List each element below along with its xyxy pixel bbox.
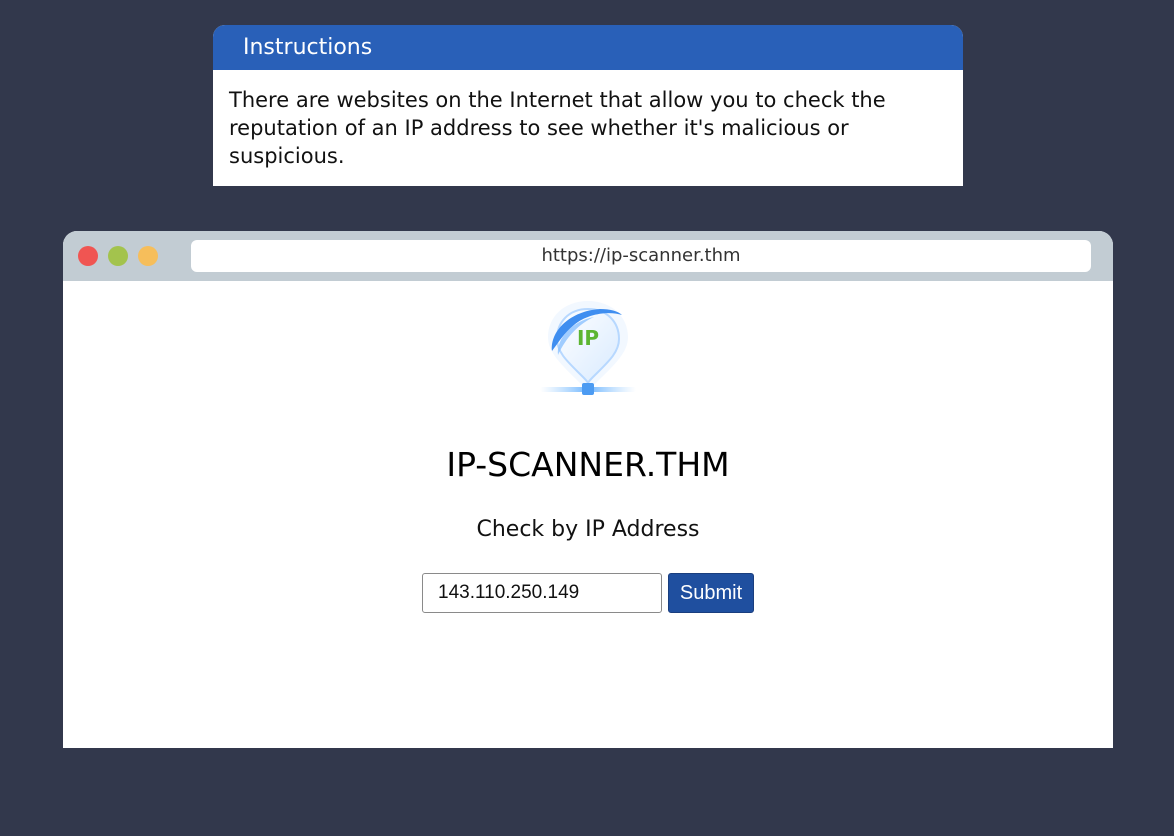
svg-text:IP: IP [577,326,599,350]
site-title: IP-SCANNER.THM [446,445,730,484]
instructions-panel: Instructions There are websites on the I… [213,25,963,186]
site-subtitle: Check by IP Address [476,517,700,542]
browser-window: https://ip-scanner.thm IP IP-SCANNER.THM… [63,231,1113,748]
ip-location-pin-icon: IP [536,295,640,403]
ip-address-input[interactable] [422,573,662,613]
page-content: IP IP-SCANNER.THM Check by IP Address Su… [63,281,1113,748]
minimize-window-dot[interactable] [108,246,128,266]
address-bar[interactable]: https://ip-scanner.thm [191,240,1091,272]
maximize-window-dot[interactable] [138,246,158,266]
close-window-dot[interactable] [78,246,98,266]
instructions-text: There are websites on the Internet that … [229,88,886,168]
browser-toolbar: https://ip-scanner.thm [63,231,1113,281]
submit-button[interactable]: Submit [668,573,754,613]
instructions-title: Instructions [213,25,963,70]
